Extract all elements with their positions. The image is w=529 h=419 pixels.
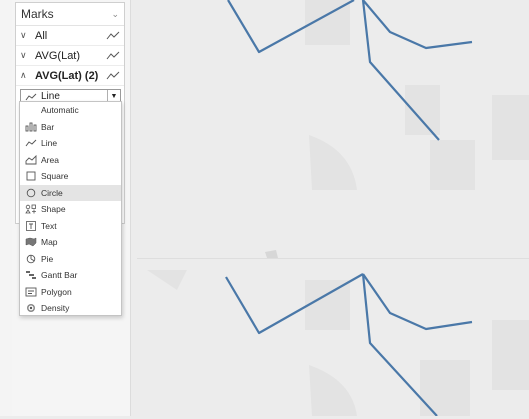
dropdown-item-gantt-bar[interactable]: Gantt Bar bbox=[20, 267, 121, 284]
chevron-down-icon[interactable]: ∨ bbox=[20, 50, 32, 61]
shape-icon bbox=[25, 204, 37, 214]
dropdown-item-area[interactable]: Area bbox=[20, 152, 121, 169]
dropdown-item-label: Map bbox=[41, 237, 58, 248]
dropdown-item-shape[interactable]: Shape bbox=[20, 201, 121, 218]
dropdown-item-label: Text bbox=[41, 220, 57, 231]
dropdown-item-bar[interactable]: Bar bbox=[20, 119, 121, 136]
bar-icon bbox=[25, 122, 37, 132]
map-shape bbox=[420, 360, 470, 416]
dropdown-item-label: Square bbox=[41, 171, 69, 182]
map-shape bbox=[430, 140, 475, 190]
dropdown-item-label: Circle bbox=[41, 187, 63, 198]
line-type-icon bbox=[106, 71, 120, 79]
density-icon bbox=[25, 303, 37, 313]
map-shape bbox=[492, 95, 529, 160]
dropdown-item-label: Area bbox=[41, 154, 59, 165]
text-icon bbox=[25, 220, 37, 231]
marks-row-all[interactable]: ∨ All bbox=[16, 26, 124, 46]
marks-row-label: All bbox=[35, 29, 48, 42]
line-segment bbox=[362, 273, 473, 331]
dropdown-item-polygon[interactable]: Polygon bbox=[20, 284, 121, 301]
line-type-icon bbox=[106, 31, 120, 39]
marks-row-label: AVG(Lat) (2) bbox=[35, 69, 99, 82]
pane-divider bbox=[137, 258, 529, 259]
dropdown-item-label: Gantt Bar bbox=[41, 270, 78, 281]
line-icon bbox=[25, 93, 37, 100]
dropdown-item-map[interactable]: Map bbox=[20, 234, 121, 251]
dropdown-item-text[interactable]: Text bbox=[20, 218, 121, 235]
dropdown-item-square[interactable]: Square bbox=[20, 168, 121, 185]
map-shape bbox=[492, 320, 529, 390]
mark-type-dropdown: Automatic Bar Line Area Square Circle Sh… bbox=[19, 101, 122, 316]
line-type-icon bbox=[106, 51, 120, 59]
marks-row-avg-lat[interactable]: ∨ AVG(Lat) bbox=[16, 46, 124, 66]
dropdown-item-density[interactable]: Density bbox=[20, 300, 121, 317]
background-map-shapes bbox=[147, 0, 529, 416]
circle-icon bbox=[25, 188, 37, 198]
gantt-icon bbox=[25, 270, 37, 280]
marks-title: Marks bbox=[21, 7, 54, 21]
pie-icon bbox=[25, 254, 37, 264]
map-shape bbox=[309, 365, 357, 416]
map-shape bbox=[147, 270, 187, 290]
dropdown-item-label: Shape bbox=[41, 204, 66, 215]
marks-row-avg-lat-2[interactable]: ∧ AVG(Lat) (2) bbox=[16, 66, 124, 86]
dropdown-item-pie[interactable]: Pie bbox=[20, 251, 121, 268]
map-shape bbox=[305, 280, 350, 330]
marks-row-label: AVG(Lat) bbox=[35, 49, 81, 62]
chevron-up-icon[interactable]: ∧ bbox=[20, 70, 32, 81]
line-segment bbox=[362, 0, 473, 50]
view-canvas[interactable] bbox=[137, 0, 529, 417]
dropdown-item-label: Polygon bbox=[41, 286, 72, 297]
map-line-plot bbox=[147, 0, 529, 417]
map-icon bbox=[25, 237, 37, 247]
line-icon bbox=[25, 138, 37, 148]
dropdown-item-label: Pie bbox=[41, 253, 54, 264]
map-shape bbox=[405, 85, 440, 135]
dropdown-item-automatic[interactable]: Automatic bbox=[20, 102, 121, 119]
dropdown-item-line[interactable]: Line bbox=[20, 135, 121, 152]
marks-header[interactable]: Marks ⌄ bbox=[16, 3, 124, 26]
dropdown-item-circle[interactable]: Circle bbox=[20, 184, 121, 201]
polygon-icon bbox=[25, 287, 37, 297]
square-icon bbox=[25, 171, 37, 181]
map-shape bbox=[309, 135, 357, 190]
map-shape bbox=[265, 250, 278, 258]
dropdown-item-label: Density bbox=[41, 303, 70, 314]
dropdown-item-label: Line bbox=[41, 138, 58, 149]
dropdown-item-label: Automatic bbox=[41, 105, 79, 116]
area-icon bbox=[25, 154, 37, 165]
dropdown-item-label: Bar bbox=[41, 121, 55, 132]
chevron-down-icon[interactable]: ∨ bbox=[20, 30, 32, 41]
collapse-chevron-icon[interactable]: ⌄ bbox=[111, 9, 119, 20]
